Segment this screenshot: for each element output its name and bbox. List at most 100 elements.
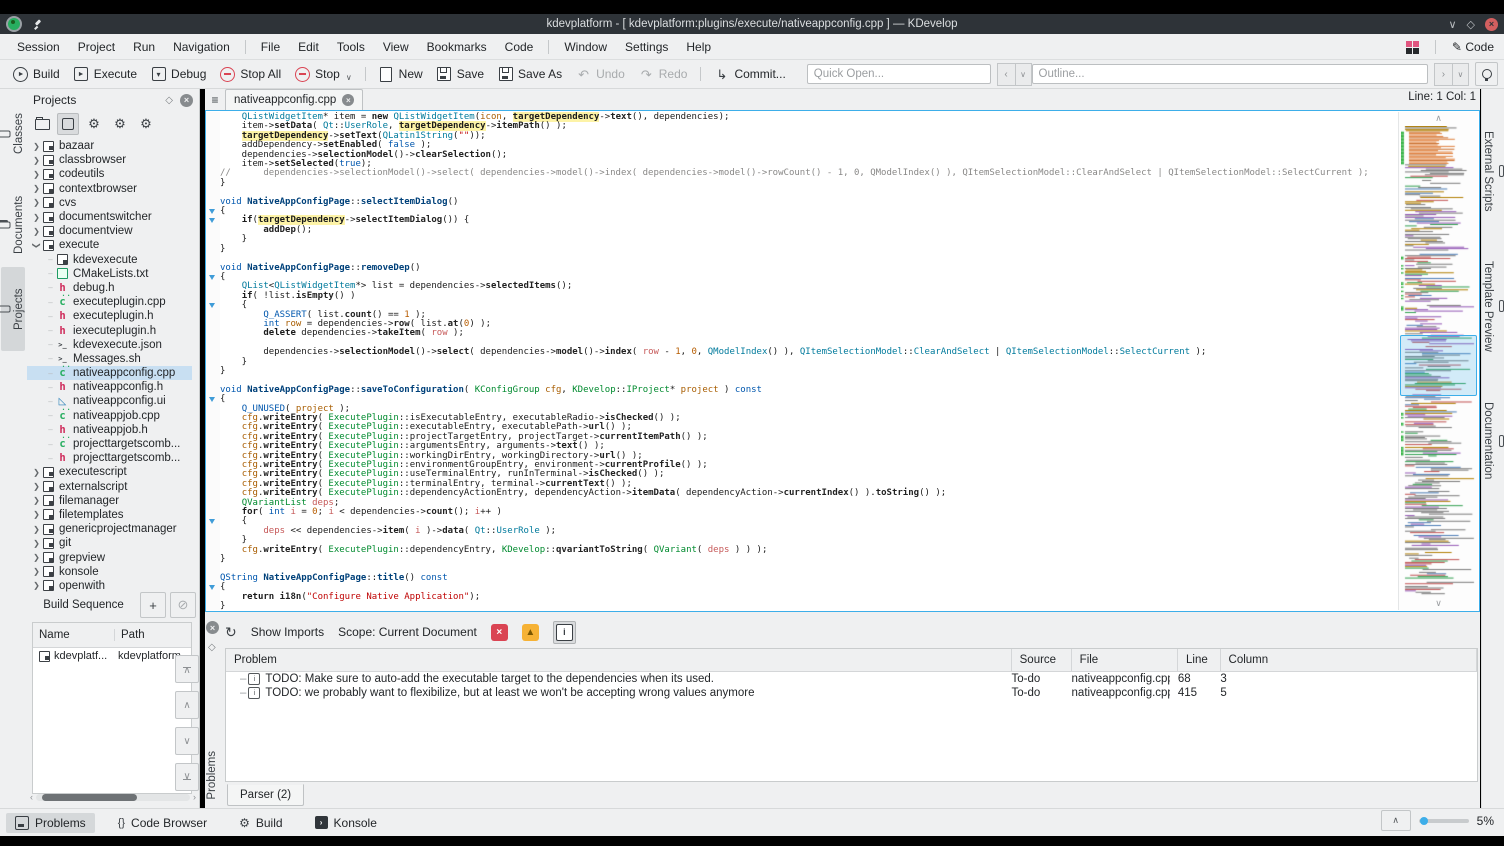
tree-item-executeplugin-cpp[interactable]: – c ·· executeplugin.cpp — [27, 292, 192, 309]
tree-item-execute[interactable]: ❯ execute — [27, 238, 192, 252]
expand-icon[interactable]: ❯ — [31, 198, 42, 207]
document-tab[interactable]: nativeappconfig.cpp × — [225, 88, 364, 111]
expand-icon[interactable]: ❯ — [31, 553, 42, 562]
expand-icon[interactable]: ❯ — [31, 482, 42, 491]
problem-row[interactable]: – i TODO: we probably want to flexibilize,… — [226, 686, 1477, 700]
fold-marker-icon[interactable] — [209, 303, 215, 308]
statusbar-problems[interactable]: Problems — [6, 812, 95, 833]
column-header-name[interactable]: Name — [33, 629, 115, 641]
column-header-line[interactable]: Line — [1178, 649, 1221, 671]
commit-button[interactable]: ↳ Commit... — [707, 64, 792, 85]
execute-button[interactable]: Execute — [67, 64, 144, 85]
expand-icon[interactable]: ❯ — [31, 510, 42, 519]
right-tab-external-scripts[interactable]: External Scripts — [1482, 109, 1504, 233]
expand-icon[interactable]: ❯ — [31, 156, 42, 165]
close-problems-icon[interactable]: × — [206, 621, 219, 634]
open-project-icon[interactable] — [31, 113, 53, 135]
chevron-down-icon[interactable]: ∨ — [346, 73, 352, 82]
debug-button[interactable]: ▾ Debug — [144, 64, 213, 85]
gear-icon[interactable]: ⚙ — [83, 113, 105, 135]
gear-configure-icon[interactable]: ⚙ — [135, 113, 157, 135]
text-editor[interactable]: QListWidgetItem* item = new QListWidgetI… — [205, 110, 1480, 612]
gear-sync-icon[interactable]: ⚙ — [109, 113, 131, 135]
move-down-button[interactable]: ∨ — [175, 727, 199, 755]
expand-icon[interactable]: ❯ — [31, 525, 42, 534]
tree-item-debug-h[interactable]: – h debug.h — [27, 281, 192, 295]
project-filter-icon[interactable] — [57, 113, 79, 135]
tree-item-nativeappjob-h[interactable]: – h nativeappjob.h — [27, 423, 192, 437]
table-row[interactable]: kdevplatf... kdevplatform — [33, 648, 191, 664]
new-button[interactable]: New — [372, 64, 430, 85]
close-button[interactable]: × — [1485, 17, 1498, 31]
code-area-button[interactable]: ✎ Code — [1452, 40, 1494, 54]
statusbar-code-browser[interactable]: {} Code Browser — [109, 813, 216, 833]
tree-item-cvs[interactable]: ❯ cvs — [27, 196, 192, 210]
add-to-build-sequence-button[interactable]: + — [140, 592, 166, 618]
tree-item-nativeappconfig-ui[interactable]: – ◺ nativeappconfig.ui — [27, 394, 192, 408]
expand-icon[interactable]: ❯ — [31, 142, 42, 151]
tree-item-genericprojectmanager[interactable]: ❯ genericprojectmanager — [27, 522, 192, 536]
collapse-icon[interactable]: ❯ — [32, 240, 41, 251]
save-button[interactable]: Save — [430, 64, 491, 85]
minimize-button[interactable]: ∨ — [1448, 18, 1456, 31]
menu-tools[interactable]: Tools — [328, 34, 374, 59]
tree-item-codeutils[interactable]: ❯ codeutils — [27, 167, 192, 181]
float-panel-icon[interactable]: ◇ — [165, 95, 173, 106]
close-panel-icon[interactable]: × — [180, 93, 193, 107]
menu-navigation[interactable]: Navigation — [164, 34, 239, 59]
float-problems-icon[interactable]: ◇ — [208, 642, 222, 653]
parser-tab[interactable]: Parser (2) — [227, 784, 305, 806]
menu-code[interactable]: Code — [496, 34, 543, 59]
move-bottom-button[interactable]: ∨ — [175, 763, 199, 791]
refresh-icon[interactable]: ↻ — [225, 624, 237, 641]
tree-item-git[interactable]: ❯ git — [27, 536, 192, 550]
error-flag-icon[interactable]: × — [490, 623, 508, 641]
column-header-column[interactable]: Column — [1221, 649, 1477, 671]
remove-from-build-sequence-button[interactable]: ⊘ — [170, 592, 196, 618]
tree-item-bazaar[interactable]: ❯ bazaar — [27, 139, 192, 153]
menu-run[interactable]: Run — [124, 34, 164, 59]
show-imports-button[interactable]: Show Imports — [251, 625, 324, 639]
fold-marker-icon[interactable] — [209, 397, 215, 402]
tree-item-documentswitcher[interactable]: ❯ documentswitcher — [27, 210, 192, 224]
minimap-viewport[interactable] — [1400, 335, 1477, 396]
undo-button[interactable]: ↶ Undo — [569, 64, 632, 85]
expand-icon[interactable]: ❯ — [31, 496, 42, 505]
expand-icon[interactable]: ❯ — [31, 184, 42, 193]
menu-session[interactable]: Session — [8, 34, 69, 59]
expand-icon[interactable]: ❯ — [31, 581, 42, 590]
minimap-scrollbar[interactable]: ∧ ∨ — [1398, 112, 1478, 610]
expand-icon[interactable]: ❯ — [31, 468, 42, 477]
info-flag-icon[interactable]: i — [552, 620, 576, 644]
tree-item-filetemplates[interactable]: ❯ filetemplates — [27, 508, 192, 522]
right-tab-documentation[interactable]: Documentation — [1482, 371, 1504, 511]
column-header-problem[interactable]: Problem — [226, 649, 1012, 671]
horizontal-scrollbar[interactable]: ‹ › — [30, 792, 196, 802]
warning-flag-icon[interactable]: ▲ — [521, 623, 539, 641]
menu-window[interactable]: Window — [555, 34, 616, 59]
fold-marker-icon[interactable] — [209, 274, 215, 280]
tree-item-kdevexecute-json[interactable]: – >_ kdevexecute.json — [27, 338, 192, 352]
zoom-slider[interactable] — [1418, 816, 1469, 825]
menu-project[interactable]: Project — [69, 34, 124, 59]
previous-context-buttons[interactable]: ‹ ∨ — [996, 62, 1032, 86]
minimap-down-icon[interactable]: ∨ — [1399, 598, 1478, 609]
expand-output-button[interactable]: ∧ — [1380, 810, 1411, 831]
menu-bookmarks[interactable]: Bookmarks — [418, 34, 496, 59]
tree-item-contextbrowser[interactable]: ❯ contextbrowser — [27, 182, 192, 196]
save-as-button[interactable]: Save As — [491, 64, 569, 85]
document-list-icon[interactable]: ≡ — [205, 93, 225, 107]
column-header-source[interactable]: Source — [1012, 649, 1072, 671]
tree-item-executescript[interactable]: ❯ executescript — [27, 465, 192, 479]
expand-icon[interactable]: ❯ — [31, 170, 42, 179]
fold-margin[interactable] — [206, 112, 220, 610]
column-header-file[interactable]: File — [1072, 649, 1178, 671]
tree-item-classbrowser[interactable]: ❯ classbrowser — [27, 153, 192, 167]
area-switcher-icon[interactable] — [1405, 40, 1419, 54]
stop-all-button[interactable]: Stop All — [213, 64, 288, 85]
statusbar-build[interactable]: ⚙ Build — [230, 813, 291, 833]
tree-item-grepview[interactable]: ❯ grepview — [27, 550, 192, 564]
tree-item-cmakelists-txt[interactable]: – CMakeLists.txt — [27, 267, 192, 281]
outline-input[interactable] — [1031, 64, 1428, 84]
expand-icon[interactable]: ❯ — [31, 567, 42, 576]
